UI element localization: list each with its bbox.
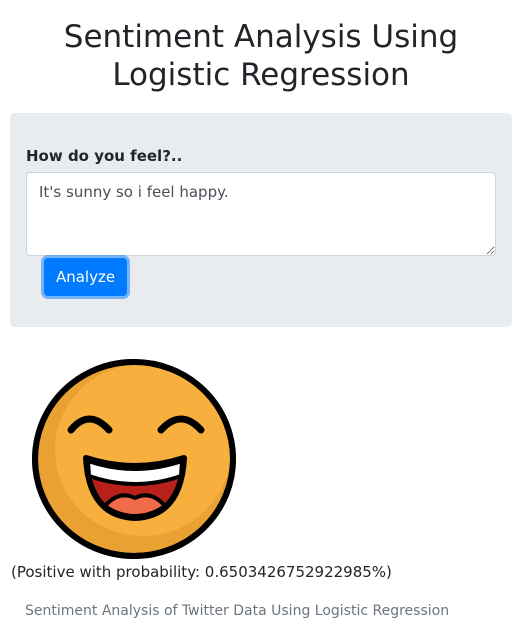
feeling-textarea[interactable] <box>26 172 496 256</box>
page-title: Sentiment Analysis Using Logistic Regres… <box>0 18 522 94</box>
sentiment-form-panel: How do you feel?.. Analyze <box>10 113 512 327</box>
feeling-field-label: How do you feel?.. <box>26 147 183 165</box>
page-title-line-2: Logistic Regression <box>112 57 410 93</box>
happy-face-icon <box>32 359 236 559</box>
prediction-result: (Positive with probability: 0.6503426752… <box>11 563 392 581</box>
page-footer: Sentiment Analysis of Twitter Data Using… <box>25 603 450 619</box>
analyze-button[interactable]: Analyze <box>44 258 127 296</box>
page-title-line-1: Sentiment Analysis Using <box>63 19 459 55</box>
